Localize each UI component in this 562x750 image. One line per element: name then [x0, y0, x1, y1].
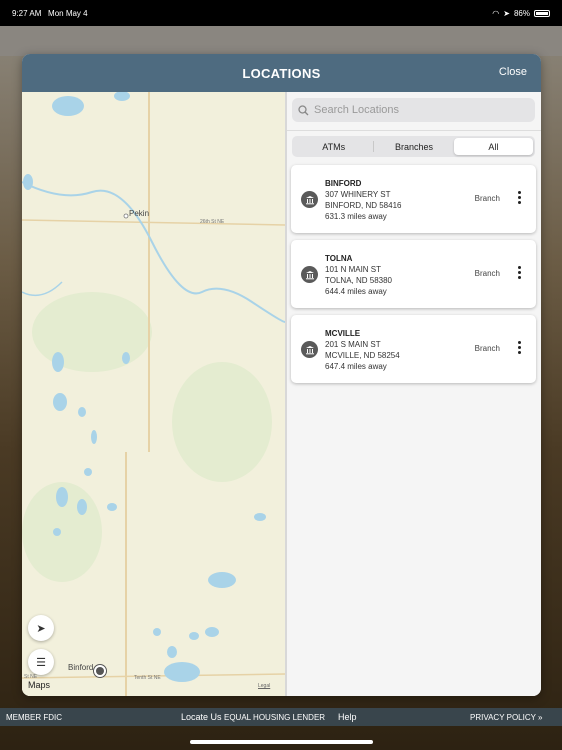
location-card-binford[interactable]: BINFORD 307 WHINERY ST BINFORD, ND 58416…	[291, 165, 536, 233]
map-view[interactable]: Pekin 26th St NE Binford Tenth St NE St …	[22, 92, 285, 696]
map-town-label: Pekin	[129, 209, 150, 218]
location-city: MCVILLE, ND 58254	[325, 351, 400, 360]
legal-link[interactable]: Legal	[258, 683, 270, 689]
battery-percent: 86%	[513, 8, 530, 18]
status-bar: 9:27 AM Mon May 4 ◠ ➤ 86%	[0, 0, 562, 26]
battery-icon	[534, 9, 550, 17]
status-date: Mon May 4	[48, 8, 88, 18]
filter-all[interactable]: All	[453, 138, 533, 155]
map-road-label-2: Tenth St NE	[134, 675, 161, 681]
location-type: Branch	[474, 269, 500, 278]
search-bar[interactable]	[292, 98, 535, 122]
location-type: Branch	[474, 194, 500, 203]
status-left: 9:27 AM Mon May 4	[12, 9, 88, 18]
footer-bar: MEMBER FDIC Locate Us EQUAL HOUSING LEND…	[0, 708, 562, 726]
help-link[interactable]: Help	[338, 712, 357, 722]
equal-housing-lender: EQUAL HOUSING LENDER	[224, 712, 326, 722]
member-fdic: MEMBER FDIC	[6, 712, 62, 722]
home-indicator[interactable]	[190, 740, 373, 744]
location-street: 201 S MAIN ST	[325, 340, 381, 349]
wifi-icon: ◠	[492, 8, 500, 18]
map-pin-branch[interactable]	[93, 664, 107, 678]
location-street: 307 WHINERY ST	[325, 190, 391, 199]
maps-label: Maps	[28, 680, 51, 690]
search-input[interactable]	[314, 104, 524, 116]
locations-modal: LOCATIONS Close Pekin 26th St NE Binford…	[22, 54, 541, 696]
location-arrow-icon: ➤	[36, 622, 46, 635]
list-icon: ☰	[36, 656, 46, 669]
location-card-tolna[interactable]: TOLNA 101 N MAIN ST TOLNA, ND 58380 644.…	[291, 240, 536, 308]
location-details: TOLNA 101 N MAIN ST TOLNA, ND 58380 644.…	[325, 253, 392, 297]
search-divider	[287, 130, 541, 131]
privacy-policy-link[interactable]: PRIVACY POLICY »	[470, 713, 542, 722]
location-name: BINFORD	[325, 179, 362, 188]
location-city: BINFORD, ND 58416	[325, 201, 402, 210]
bank-icon	[96, 667, 104, 675]
status-right: ◠ ➤ 86%	[492, 9, 550, 18]
location-distance: 631.3 miles away	[325, 212, 387, 221]
locate-us-link[interactable]: Locate Us	[181, 712, 222, 722]
location-filter[interactable]: ATMs Branches All	[292, 136, 535, 157]
bank-icon	[301, 266, 318, 283]
location-distance: 644.4 miles away	[325, 287, 387, 296]
location-arrow-icon: ➤	[503, 8, 510, 18]
background-top	[0, 26, 562, 56]
apple-maps-attribution[interactable]: Maps	[28, 680, 50, 690]
list-view-button[interactable]: ☰	[28, 649, 54, 675]
map-graphics	[22, 92, 285, 696]
filter-branches[interactable]: Branches	[374, 138, 453, 155]
bank-icon	[301, 341, 318, 358]
search-icon	[298, 104, 309, 115]
location-details: BINFORD 307 WHINERY ST BINFORD, ND 58416…	[325, 178, 401, 222]
location-city: TOLNA, ND 58380	[325, 276, 392, 285]
modal-title: LOCATIONS	[242, 65, 321, 81]
modal-header: LOCATIONS Close	[22, 54, 541, 92]
close-button[interactable]: Close	[499, 66, 527, 78]
map-road-label: 26th St NE	[200, 219, 225, 225]
location-card-mcville[interactable]: MCVILLE 201 S MAIN ST MCVILLE, ND 58254 …	[291, 315, 536, 383]
more-options-icon[interactable]	[516, 341, 522, 354]
status-time: 9:27 AM	[12, 8, 42, 18]
bank-icon	[301, 191, 318, 208]
more-options-icon[interactable]	[516, 191, 522, 204]
location-name: TOLNA	[325, 254, 353, 263]
locations-panel: ATMs Branches All BINFORD 307 WHINERY ST…	[287, 92, 541, 696]
location-street: 101 N MAIN ST	[325, 265, 382, 274]
current-location-button[interactable]: ➤	[28, 615, 54, 641]
more-options-icon[interactable]	[516, 266, 522, 279]
filter-atms[interactable]: ATMs	[294, 138, 373, 155]
location-type: Branch	[474, 344, 500, 353]
location-distance: 647.4 miles away	[325, 362, 387, 371]
location-name: MCVILLE	[325, 329, 361, 338]
battery-fill	[536, 11, 549, 15]
map-town-label-2: Binford	[68, 663, 94, 672]
location-details: MCVILLE 201 S MAIN ST MCVILLE, ND 58254 …	[325, 328, 400, 372]
